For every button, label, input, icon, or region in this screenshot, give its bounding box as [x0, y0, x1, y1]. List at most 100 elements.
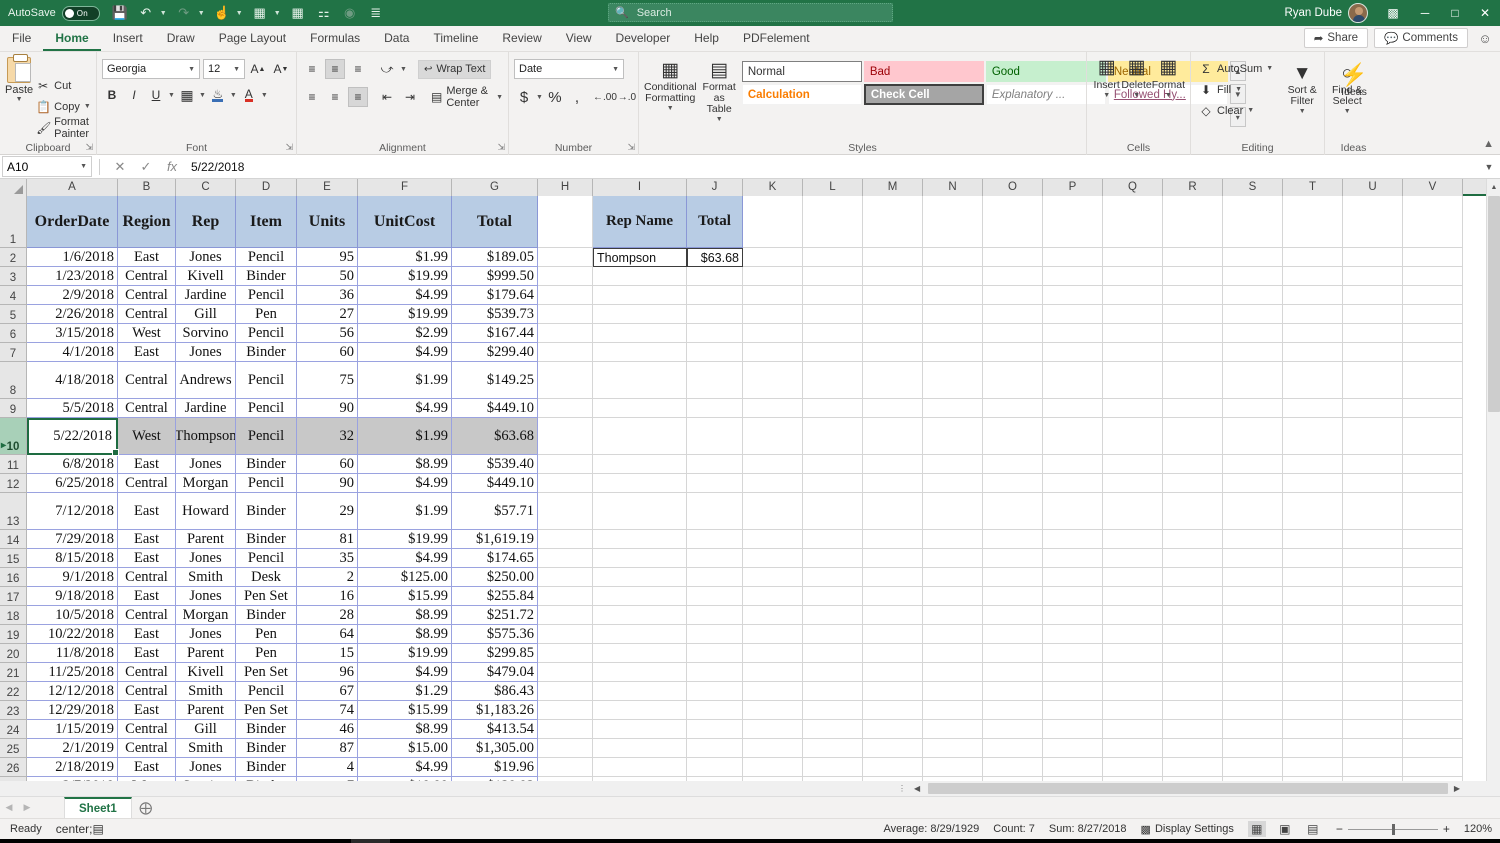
paste-caret-icon[interactable]: ▼ — [16, 96, 23, 103]
table-row[interactable]: 10/22/2018 East Jones Pen 64 $8.99 $575.36 — [27, 625, 1463, 644]
cell-T9[interactable] — [1283, 399, 1343, 418]
table-row[interactable]: 4/18/2018 Central Andrews Pencil 75 $1.99 $149… — [27, 362, 1463, 399]
zoom-slider[interactable]: − + — [1336, 822, 1450, 836]
align-center-button[interactable]: ≡ — [325, 87, 345, 107]
insert-caret-icon[interactable]: ▼ — [1103, 92, 1110, 99]
add-sheet-button[interactable]: ⨁ — [132, 800, 160, 816]
cell-D10[interactable]: Pencil — [236, 418, 297, 455]
column-header-G[interactable]: G — [452, 179, 538, 196]
cell-B8[interactable]: Central — [118, 362, 176, 399]
cell-F4[interactable]: $4.99 — [358, 286, 452, 305]
cell-K10[interactable] — [743, 418, 803, 455]
clear-button[interactable]: ◇ Clear ▼ — [1196, 100, 1276, 121]
cell-S26[interactable] — [1223, 758, 1283, 777]
font-color-button[interactable]: A — [239, 85, 259, 105]
zoom-in-button[interactable]: + — [1443, 822, 1450, 836]
cell-J9[interactable] — [687, 399, 743, 418]
cell-I17[interactable] — [593, 587, 687, 606]
table-row[interactable]: 9/18/2018 East Jones Pen Set 16 $15.99 $255.84 — [27, 587, 1463, 606]
cell-T16[interactable] — [1283, 568, 1343, 587]
cell-K14[interactable] — [743, 530, 803, 549]
tab-insert[interactable]: Insert — [101, 26, 155, 51]
cell-G22[interactable]: $86.43 — [452, 682, 538, 701]
zoom-knob[interactable] — [1391, 823, 1395, 835]
cell-M9[interactable] — [863, 399, 923, 418]
number-format-caret-icon[interactable]: ▼ — [612, 66, 619, 73]
cell-R17[interactable] — [1163, 587, 1223, 606]
cell-D15[interactable]: Pencil — [236, 549, 297, 568]
cell-O26[interactable] — [983, 758, 1043, 777]
cell-S18[interactable] — [1223, 606, 1283, 625]
style-check-cell[interactable]: Check Cell — [863, 84, 984, 105]
undo-icon[interactable]: ↶ — [134, 2, 158, 24]
cell-R2[interactable] — [1163, 248, 1223, 267]
cell-L13[interactable] — [803, 493, 863, 530]
accounting-format-button[interactable]: $ — [514, 87, 534, 107]
table-icon[interactable]: ▦ — [286, 2, 310, 24]
cell-P3[interactable] — [1043, 267, 1103, 286]
cell-R18[interactable] — [1163, 606, 1223, 625]
cell-A5[interactable]: 2/26/2018 — [27, 305, 118, 324]
cell-C26[interactable]: Jones — [176, 758, 236, 777]
cell-D1[interactable]: Item — [236, 196, 297, 248]
cell-B16[interactable]: Central — [118, 568, 176, 587]
row-header-6[interactable]: 6 — [0, 324, 27, 343]
cell-A21[interactable]: 11/25/2018 — [27, 663, 118, 682]
cell-F23[interactable]: $15.99 — [358, 701, 452, 720]
cell-T10[interactable] — [1283, 418, 1343, 455]
table-row[interactable]: 5/22/2018WestThompsonPencil32$1.99$63.68 — [27, 418, 1463, 455]
cell-E20[interactable]: 15 — [297, 644, 358, 663]
cell-Q10[interactable] — [1103, 418, 1163, 455]
cell-C18[interactable]: Morgan — [176, 606, 236, 625]
clear-caret-icon[interactable]: ▼ — [1247, 107, 1254, 114]
cell-N10[interactable] — [923, 418, 983, 455]
cell-C21[interactable]: Kivell — [176, 663, 236, 682]
cell-I12[interactable] — [593, 474, 687, 493]
cell-U24[interactable] — [1343, 720, 1403, 739]
cell-J20[interactable] — [687, 644, 743, 663]
cell-U21[interactable] — [1343, 663, 1403, 682]
cell-R11[interactable] — [1163, 455, 1223, 474]
cell-A13[interactable]: 7/12/2018 — [27, 493, 118, 530]
cell-J24[interactable] — [687, 720, 743, 739]
cell-C19[interactable]: Jones — [176, 625, 236, 644]
table-row[interactable]: 1/23/2018 Central Kivell Binder 50 $19.99 $999… — [27, 267, 1463, 286]
cell-L9[interactable] — [803, 399, 863, 418]
cell-C15[interactable]: Jones — [176, 549, 236, 568]
cell-L22[interactable] — [803, 682, 863, 701]
cell-S21[interactable] — [1223, 663, 1283, 682]
table-row[interactable]: 7/29/2018 East Parent Binder 81 $19.99 $1,619.… — [27, 530, 1463, 549]
style-normal[interactable]: Normal — [741, 61, 862, 82]
cell-N8[interactable] — [923, 362, 983, 399]
cell-C25[interactable]: Smith — [176, 739, 236, 758]
cell-G14[interactable]: $1,619.19 — [452, 530, 538, 549]
cell-K25[interactable] — [743, 739, 803, 758]
column-header-K[interactable]: K — [743, 179, 803, 196]
sort-filter-button[interactable]: ▼ Sort & Filter ▼ — [1280, 61, 1324, 121]
cell-C2[interactable]: Jones — [176, 248, 236, 267]
number-format-select[interactable]: Date ▼ — [514, 59, 624, 79]
cell-L25[interactable] — [803, 739, 863, 758]
column-header-P[interactable]: P — [1043, 179, 1103, 196]
cell-K13[interactable] — [743, 493, 803, 530]
cell-T18[interactable] — [1283, 606, 1343, 625]
cell-B9[interactable]: Central — [118, 399, 176, 418]
copy-caret-icon[interactable]: ▼ — [84, 103, 91, 110]
cell-K1[interactable] — [743, 196, 803, 248]
cell-L10[interactable] — [803, 418, 863, 455]
cell-F16[interactable]: $125.00 — [358, 568, 452, 587]
cell-F26[interactable]: $4.99 — [358, 758, 452, 777]
style-calculation[interactable]: Calculation — [741, 84, 862, 105]
cell-B6[interactable]: West — [118, 324, 176, 343]
cell-A1[interactable]: OrderDate — [27, 196, 118, 248]
minimize-button[interactable]: ─ — [1410, 0, 1440, 26]
cell-N7[interactable] — [923, 343, 983, 362]
cell-C17[interactable]: Jones — [176, 587, 236, 606]
cell-A8[interactable]: 4/18/2018 — [27, 362, 118, 399]
cell-P16[interactable] — [1043, 568, 1103, 587]
cell-R5[interactable] — [1163, 305, 1223, 324]
cell-E21[interactable]: 96 — [297, 663, 358, 682]
cell-T15[interactable] — [1283, 549, 1343, 568]
cell-J17[interactable] — [687, 587, 743, 606]
cell-K2[interactable] — [743, 248, 803, 267]
